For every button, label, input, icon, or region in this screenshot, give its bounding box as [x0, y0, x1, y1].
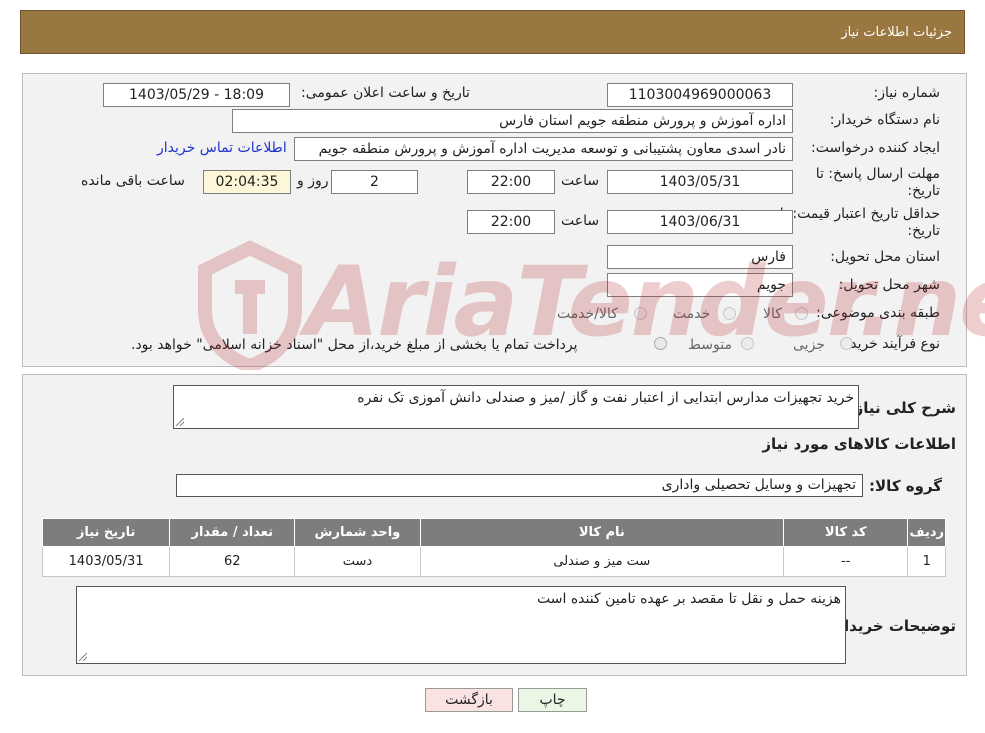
- col-row-header: ردیف: [907, 518, 946, 547]
- details-panel: شرح کلی نیاز: خرید تجهیزات مدارس ابتدایی…: [22, 374, 967, 676]
- days-field: 2: [331, 170, 418, 194]
- resize-grip-icon[interactable]: [79, 653, 87, 661]
- back-button[interactable]: بازگشت: [425, 688, 513, 712]
- goods-table: ردیف کد کالا نام کالا واحد شمارش تعداد /…: [41, 518, 946, 577]
- summary-label: شرح کلی نیاز:: [848, 399, 956, 417]
- cell-row: 1: [907, 546, 946, 577]
- cell-qty: 62: [169, 546, 296, 577]
- cell-name: ست میز و صندلی: [419, 546, 785, 577]
- process-note: پرداخت تمام یا بخشی از مبلغ خرید،از محل …: [131, 337, 578, 353]
- summary-text: خرید تجهیزات مدارس ابتدایی از اعتبار نفت…: [357, 390, 854, 406]
- treasury-checkbox[interactable]: [654, 337, 667, 350]
- print-button[interactable]: چاپ: [518, 688, 587, 712]
- city-label: شهر محل تحویل:: [838, 277, 940, 293]
- goods-info-title: اطلاعات کالاهای مورد نیاز: [762, 435, 956, 453]
- buyer-notes-label: توضیحات خریدار:: [829, 617, 956, 635]
- table-header-row: ردیف کد کالا نام کالا واحد شمارش تعداد /…: [41, 518, 946, 547]
- page-title: جزئیات اطلاعات نیاز: [841, 24, 952, 40]
- deadline-time-label: ساعت: [561, 173, 600, 189]
- need-info-panel: شماره نیاز: 1103004969000063 تاریخ و ساع…: [22, 73, 967, 367]
- col-unit-header: واحد شمارش: [294, 518, 421, 547]
- price-validity-label: حداقل تاریخ اعتبار قیمت: تا تاریخ:: [779, 206, 940, 239]
- creator-label: ایجاد کننده درخواست:: [811, 140, 940, 156]
- buyer-org-label: نام دستگاه خریدار:: [829, 112, 940, 128]
- cell-date: 1403/05/31: [41, 546, 171, 577]
- col-date-header: تاریخ نیاز: [41, 518, 171, 547]
- col-code-header: کد کالا: [783, 518, 909, 547]
- creator-field: نادر اسدی معاون پشتیبانی و توسعه مدیریت …: [294, 137, 793, 161]
- category-goods-radio[interactable]: [795, 307, 808, 320]
- col-name-header: نام کالا: [419, 518, 785, 547]
- page-header: جزئیات اطلاعات نیاز: [20, 10, 965, 54]
- price-validity-date-field: 1403/06/31: [607, 210, 793, 234]
- process-label: نوع فرآیند خرید :: [841, 336, 940, 352]
- summary-textarea: خرید تجهیزات مدارس ابتدایی از اعتبار نفت…: [173, 385, 859, 429]
- buyer-notes-textarea: هزینه حمل و نقل تا مقصد بر عهده تامین کن…: [76, 586, 846, 664]
- category-both-label: کالا/خدمت: [557, 306, 618, 322]
- need-number-field: 1103004969000063: [607, 83, 793, 107]
- announce-field: 1403/05/29 - 18:09: [103, 83, 290, 107]
- deadline-time-field: 22:00: [467, 170, 555, 194]
- process-medium-radio[interactable]: [741, 337, 754, 350]
- province-field: فارس: [607, 245, 793, 269]
- days-label: روز و: [297, 173, 329, 189]
- city-field: جویم: [607, 273, 793, 297]
- need-number-label: شماره نیاز:: [873, 85, 941, 101]
- process-minor-label: جزیی: [793, 337, 825, 353]
- category-label: طبقه بندی موضوعی:: [816, 305, 940, 321]
- resize-grip-icon[interactable]: [176, 418, 184, 426]
- process-minor-radio[interactable]: [840, 337, 853, 350]
- price-validity-time-field: 22:00: [467, 210, 555, 234]
- buyer-org-field: اداره آموزش و پرورش منطقه جویم استان فار…: [232, 109, 793, 133]
- cell-unit: دست: [294, 546, 421, 577]
- buyer-notes-text: هزینه حمل و نقل تا مقصد بر عهده تامین کن…: [537, 591, 841, 607]
- deadline-label: مهلت ارسال پاسخ: تا تاریخ:: [815, 166, 940, 199]
- deadline-date-field: 1403/05/31: [607, 170, 793, 194]
- goods-group-field: تجهیزات و وسایل تحصیلی واداری: [176, 474, 863, 497]
- price-validity-time-label: ساعت: [561, 213, 600, 229]
- category-both-radio[interactable]: [634, 307, 647, 320]
- buyer-contact-link[interactable]: اطلاعات تماس خریدار: [157, 140, 287, 156]
- table-row: 1 -- ست میز و صندلی دست 62 1403/05/31: [41, 546, 946, 577]
- goods-group-label: گروه کالا:: [869, 477, 942, 495]
- category-service-radio[interactable]: [723, 307, 736, 320]
- announce-label: تاریخ و ساعت اعلان عمومی:: [301, 85, 470, 101]
- category-service-label: خدمت: [673, 306, 711, 322]
- province-label: استان محل تحویل:: [830, 249, 940, 265]
- process-medium-label: متوسط: [688, 337, 732, 353]
- cell-code: --: [783, 546, 909, 577]
- remaining-time-field: 02:04:35: [203, 170, 291, 194]
- col-qty-header: تعداد / مقدار: [169, 518, 296, 547]
- remaining-label: ساعت باقی مانده: [81, 173, 185, 189]
- category-goods-label: کالا: [763, 306, 782, 322]
